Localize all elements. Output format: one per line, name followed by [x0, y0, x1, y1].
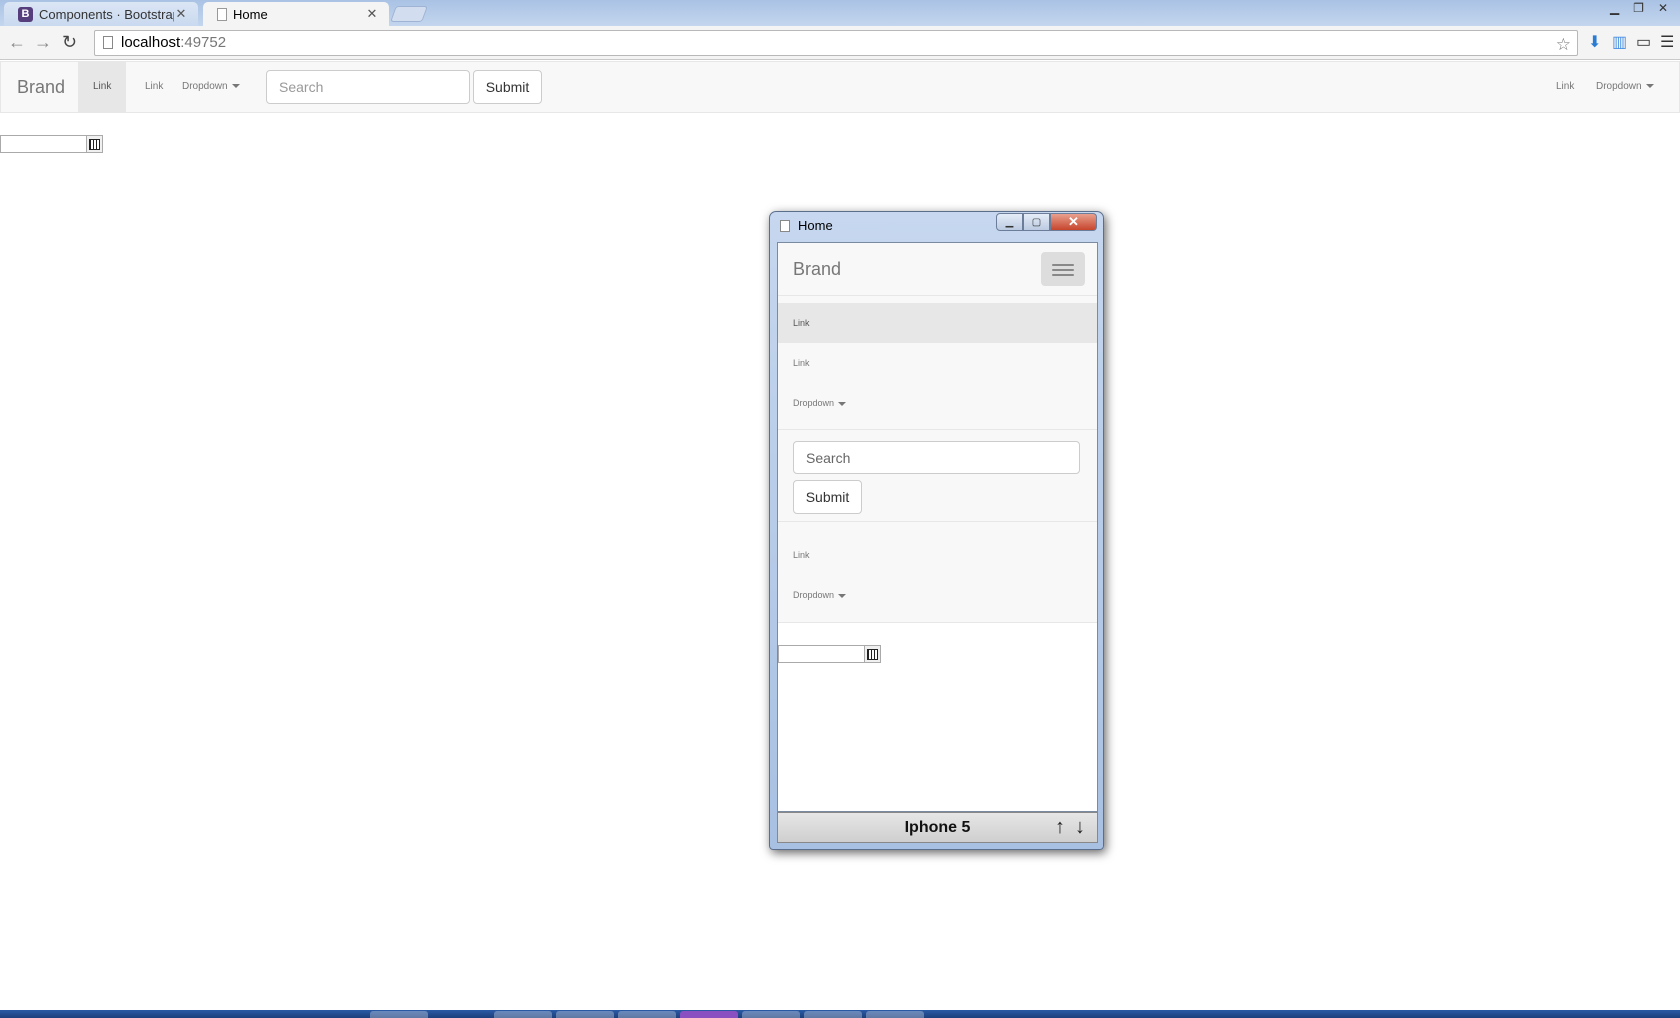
hamburger-bar-icon: [1052, 269, 1074, 271]
dropdown-label: Dropdown: [793, 398, 835, 408]
nav-link-active[interactable]: Link: [778, 303, 1097, 343]
browser-toolbar: ← → ↻ localhost:49752 ☆ ⬇ ▥ ▭ ☰: [0, 26, 1680, 60]
taskbar-item[interactable]: [618, 1011, 676, 1018]
tab-label: Home: [233, 6, 268, 22]
restore-icon[interactable]: ❐: [1633, 1, 1644, 15]
calendar-button[interactable]: [864, 645, 881, 663]
hamburger-bar-icon: [1052, 274, 1074, 276]
navbar-brand[interactable]: Brand: [793, 259, 841, 280]
taskbar-item[interactable]: [494, 1011, 552, 1018]
divider: [778, 429, 1097, 430]
menu-icon[interactable]: ☰: [1660, 32, 1674, 52]
address-bar[interactable]: localhost:49752 ☆: [94, 30, 1578, 56]
nav-dropdown[interactable]: Dropdown: [167, 62, 255, 112]
tab-label: Components · Bootstrap: [39, 6, 174, 22]
forward-icon[interactable]: →: [34, 32, 52, 53]
dropdown-label: Dropdown: [793, 590, 835, 600]
search-input[interactable]: [266, 70, 470, 104]
emulator-titlebar: Home: [780, 218, 833, 233]
mobile-navbar: Brand Link Link Dropdown Submit Link Dro…: [778, 243, 1097, 623]
new-tab-button[interactable]: [390, 6, 428, 22]
arrow-up-icon[interactable]: ↑: [1055, 816, 1065, 839]
nav-link[interactable]: Link: [778, 343, 1097, 383]
bookmark-star-icon[interactable]: ☆: [1556, 33, 1571, 57]
calendar-icon: [867, 648, 878, 660]
emulator-viewport: Brand Link Link Dropdown Submit Link Dro…: [777, 242, 1098, 812]
download-extension-icon[interactable]: ⬇: [1588, 32, 1601, 52]
submit-button[interactable]: Submit: [473, 70, 542, 104]
calendar-button[interactable]: [86, 135, 103, 153]
caret-down-icon: [231, 84, 240, 89]
minimize-icon[interactable]: ▁: [1610, 1, 1619, 15]
os-taskbar: [0, 1010, 1680, 1018]
page-icon: [103, 36, 113, 49]
taskbar-item[interactable]: [742, 1011, 800, 1018]
close-icon[interactable]: ✕: [1658, 1, 1668, 15]
taskbar-item[interactable]: [680, 1011, 738, 1018]
taskbar-item[interactable]: [804, 1011, 862, 1018]
device-label: Iphone 5: [904, 819, 971, 836]
tab-components-bootstrap[interactable]: B Components · Bootstrap ✕: [4, 2, 198, 26]
site-navbar: Brand Link Link Dropdown Submit Link Dro…: [0, 61, 1680, 113]
maximize-button[interactable]: ▢: [1023, 213, 1050, 231]
emulator-title: Home: [798, 218, 833, 233]
taskbar-item[interactable]: [866, 1011, 924, 1018]
emulator-footer: Iphone 5 ↑ ↓: [777, 812, 1098, 843]
cast-icon[interactable]: ▭: [1636, 32, 1651, 52]
nav-link[interactable]: Link: [778, 535, 1097, 575]
extension-bars-icon[interactable]: ▥: [1612, 32, 1627, 52]
page-icon: [780, 219, 790, 232]
device-emulator-window: Home ▁ ▢ ✕ Brand Link Link Dropdown Subm…: [769, 211, 1104, 850]
caret-down-icon: [1645, 84, 1654, 89]
window-controls: ▁ ❐ ✕: [1610, 1, 1668, 15]
back-icon[interactable]: ←: [8, 32, 26, 53]
navbar-toggle-button[interactable]: [1041, 252, 1085, 286]
page-icon: [217, 7, 227, 21]
browser-tab-strip: B Components · Bootstrap ✕ Home ✕ ▁ ❐ ✕: [0, 0, 1680, 26]
emulator-window-controls: ▁ ▢ ✕: [996, 213, 1097, 231]
close-icon[interactable]: ✕: [365, 6, 379, 22]
calendar-icon: [89, 138, 100, 150]
nav-dropdown[interactable]: Dropdown: [778, 383, 1097, 423]
nav-dropdown-right[interactable]: Dropdown: [1581, 62, 1669, 112]
reload-icon[interactable]: ↻: [62, 32, 77, 53]
date-input[interactable]: [778, 645, 866, 663]
close-icon[interactable]: ✕: [174, 6, 188, 22]
bootstrap-icon: B: [18, 6, 33, 22]
search-input[interactable]: [793, 441, 1080, 474]
caret-down-icon: [838, 593, 847, 598]
divider: [778, 521, 1097, 522]
dropdown-label: Dropdown: [182, 81, 228, 92]
taskbar-item[interactable]: [556, 1011, 614, 1018]
caret-down-icon: [838, 401, 847, 406]
arrow-down-icon[interactable]: ↓: [1075, 816, 1085, 839]
close-button[interactable]: ✕: [1050, 213, 1097, 231]
minimize-button[interactable]: ▁: [996, 213, 1023, 231]
nav-link-active[interactable]: Link: [78, 62, 127, 112]
dropdown-label: Dropdown: [1596, 81, 1642, 92]
submit-button[interactable]: Submit: [793, 480, 862, 514]
taskbar-item[interactable]: [370, 1011, 428, 1018]
navbar-brand[interactable]: Brand: [17, 77, 65, 98]
url-port: :49752: [180, 34, 227, 51]
divider: [778, 295, 1097, 296]
hamburger-bar-icon: [1052, 264, 1074, 266]
date-input[interactable]: [0, 135, 87, 153]
url-host: localhost: [121, 34, 181, 51]
tab-home[interactable]: Home ✕: [203, 2, 389, 26]
nav-dropdown[interactable]: Dropdown: [778, 575, 1097, 615]
